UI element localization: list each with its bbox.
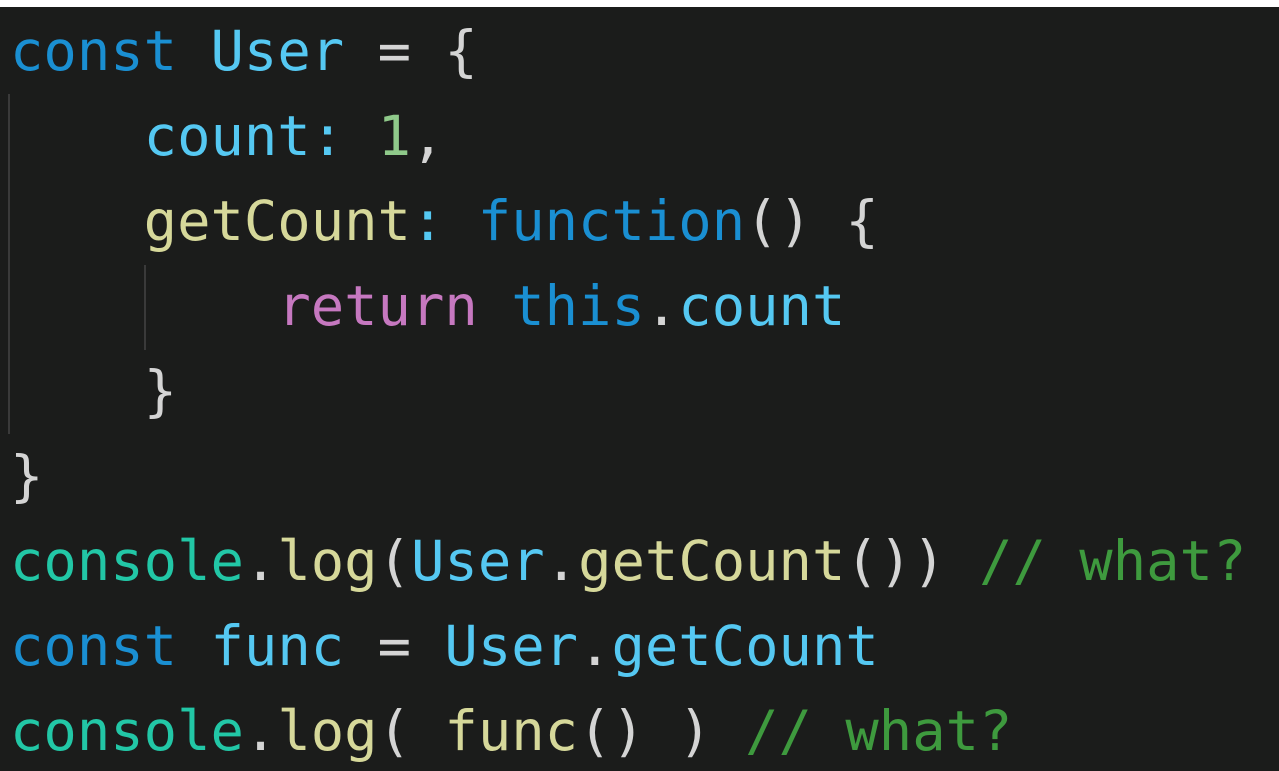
code-token-punctuation: . bbox=[243, 529, 278, 594]
code-line: } bbox=[10, 349, 1246, 434]
code-token-property: count bbox=[678, 274, 846, 339]
code-token-function: getCount bbox=[143, 189, 411, 254]
code-token-punctuation: } bbox=[10, 444, 44, 509]
code-token-object: console bbox=[10, 699, 244, 764]
code-token-keyword: const bbox=[10, 19, 178, 84]
code-token-function: getCount bbox=[578, 529, 846, 594]
code-token-punctuation: . bbox=[644, 274, 679, 339]
code-token-punctuation: . bbox=[243, 699, 278, 764]
code-token-keyword: this bbox=[511, 274, 645, 339]
code-line: const func = User.getCount bbox=[10, 604, 1246, 689]
code-line: return this.count bbox=[10, 264, 1246, 349]
code-token-function: func bbox=[444, 699, 579, 764]
code-line: } bbox=[10, 434, 1246, 519]
code-line: const User = { bbox=[10, 9, 1246, 94]
code-token-control: return bbox=[277, 274, 478, 339]
code-token-punctuation: () { bbox=[745, 189, 879, 254]
code-token-variable: User bbox=[210, 19, 345, 84]
code-token-keyword: const bbox=[10, 614, 178, 679]
code-token-punctuation: } bbox=[143, 359, 178, 424]
code-token-punctuation: = bbox=[344, 614, 445, 679]
code-token-variable: func bbox=[210, 614, 345, 679]
code-editor[interactable]: const User = { count: 1, getCount: funct… bbox=[0, 7, 1279, 771]
code-token-function: log bbox=[277, 529, 378, 594]
code-token-punctuation: () ) bbox=[578, 699, 712, 764]
code-token-property: : bbox=[410, 189, 478, 254]
code-token-variable: User bbox=[444, 614, 579, 679]
code-line: getCount: function() { bbox=[10, 179, 1246, 264]
code-block: const User = { count: 1, getCount: funct… bbox=[10, 9, 1246, 771]
code-token-number: 1 bbox=[377, 104, 411, 169]
code-token-punctuation: , bbox=[410, 104, 445, 169]
code-token-punctuation: = { bbox=[344, 19, 512, 84]
code-token-property: : bbox=[310, 104, 378, 169]
code-token-punctuation: . bbox=[544, 529, 579, 594]
code-token-punctuation: ( bbox=[377, 529, 411, 594]
code-token-object: console bbox=[10, 529, 244, 594]
code-line: console.log(User.getCount()) // what? bbox=[10, 519, 1246, 604]
code-token-function: log bbox=[277, 699, 378, 764]
code-token-keyword: function bbox=[477, 189, 746, 254]
code-token-variable: getCount bbox=[611, 614, 879, 679]
code-token-comment: // what? bbox=[745, 699, 1013, 764]
code-token-punctuation: ( bbox=[377, 699, 445, 764]
code-line: count: 1, bbox=[10, 94, 1246, 179]
code-token-punctuation: ()) bbox=[845, 529, 946, 594]
code-line: console.log( func() ) // what? bbox=[10, 689, 1246, 771]
code-token-punctuation: . bbox=[578, 614, 612, 679]
code-token-property: count bbox=[143, 104, 311, 169]
code-token-variable: User bbox=[411, 529, 545, 594]
code-token-comment: // what? bbox=[979, 529, 1247, 594]
